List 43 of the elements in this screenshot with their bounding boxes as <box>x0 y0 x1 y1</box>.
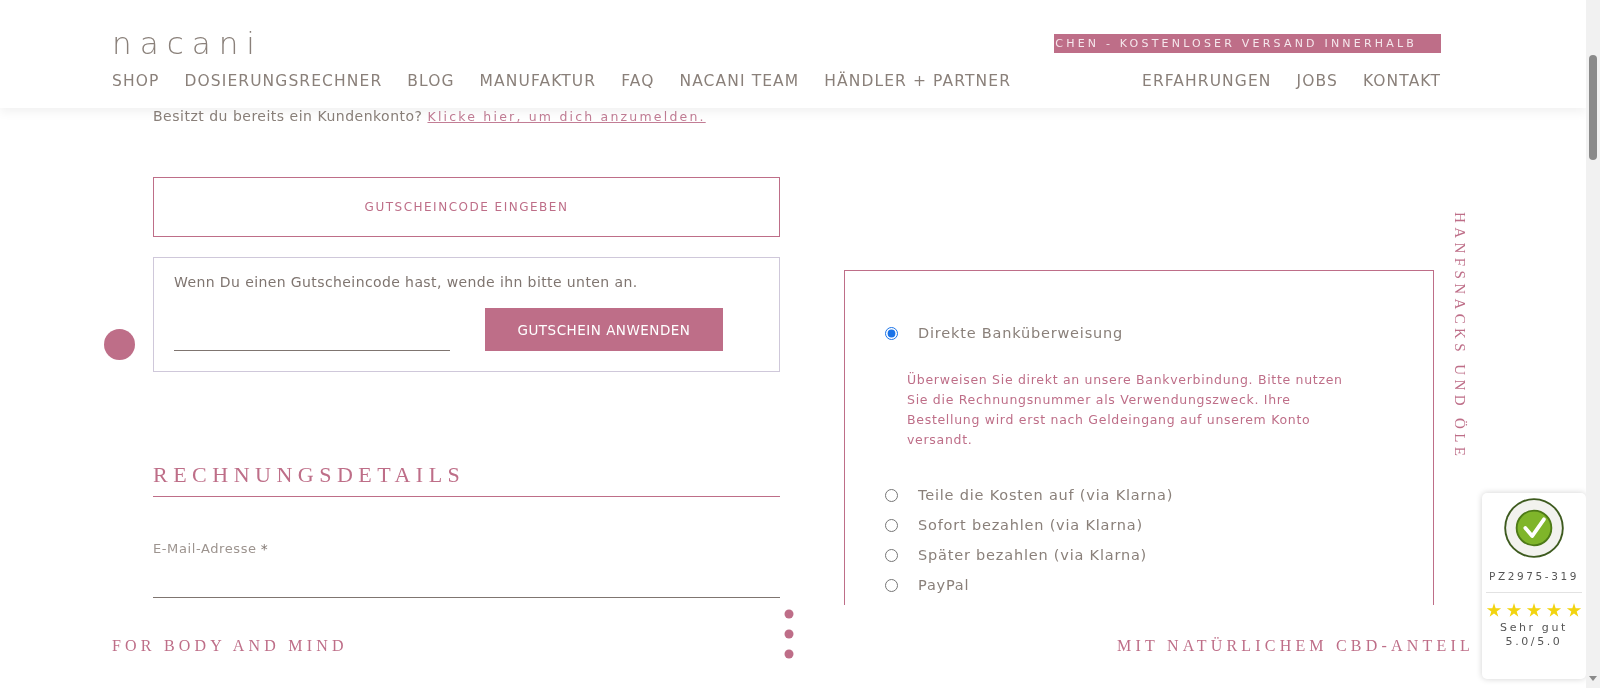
field-label: E-Mail-Adresse <box>153 541 257 556</box>
scroll-down-arrow-icon[interactable] <box>1589 676 1597 681</box>
circle-button[interactable] <box>104 329 135 360</box>
apply-coupon-button[interactable]: GUTSCHEIN ANWENDEN <box>485 308 723 351</box>
login-link[interactable]: Klicke hier, um dich anzumelden. <box>427 109 706 124</box>
nav-link[interactable]: HÄNDLER + PARTNER <box>824 72 1012 90</box>
nav-link[interactable]: JOBS <box>1296 72 1338 90</box>
radio-button[interactable] <box>885 548 898 562</box>
nav-link[interactable]: SHOP <box>112 72 160 90</box>
scrollbar-thumb[interactable] <box>1589 55 1597 160</box>
trust-badge[interactable]: PZ2975-319 Sehr gut 5.0/5.0 <box>1482 493 1586 679</box>
dots-icon[interactable] <box>784 609 795 659</box>
nav-link[interactable]: DOSIERUNGSRECHNER <box>184 72 383 90</box>
nav-link[interactable]: NACANI TEAM <box>679 72 800 90</box>
radio-button[interactable] <box>885 518 898 532</box>
tagline: FOR BODY AND MIND <box>112 637 348 655</box>
side-tagline: HANFSNACKS UND ÖLE <box>1451 212 1468 461</box>
radio-button[interactable] <box>885 488 898 502</box>
payment-option-label: Später bezahlen (via Klarna) <box>918 547 1148 563</box>
section-heading: RECHNUNGSDETAILS <box>153 462 780 497</box>
coupon-toggle[interactable]: GUTSCHEINCODE EINGEBEN <box>153 177 780 237</box>
payment-description: Überweisen Sie direkt an unsere Bankverbindung. Bitte nutzen Sie die Rechnungsnummer als Verwendungszweck. Ihre Bestellung wird erst nach Geldeingang auf unserem Konto versandt. <box>907 371 1344 449</box>
tagline: MIT NATÜRLICHEM CBD-ANTEIL <box>1117 637 1474 655</box>
nav-link[interactable]: KONTAKT <box>1362 72 1441 90</box>
radio-button[interactable] <box>885 326 898 340</box>
payment-option-label: Sofort bezahlen (via Klarna) <box>918 517 1143 533</box>
nav-link[interactable]: FAQ <box>621 72 655 90</box>
login-prompt: Besitzt du bereits ein Kundenkonto? Klicke hier, um dich anzumelden. <box>153 108 707 125</box>
rating-label: Sehr gut <box>1500 621 1568 634</box>
nav-link[interactable]: ERFAHRUNGEN <box>1142 72 1272 90</box>
rating-score: 5.0/5.0 <box>1505 635 1563 648</box>
payment-option-label: PayPal <box>918 577 970 593</box>
nav-link[interactable]: MANUFAKTUR <box>479 72 597 90</box>
coupon-hint: Wenn Du einen Gutscheincode hast, wende ihn bitte unten an. <box>174 274 639 290</box>
payment-option-label: Direkte Banküberweisung <box>918 325 1123 341</box>
announcement-ticker: CHEN - KOSTENLOSER VERSAND INNERHALB <box>1054 33 1441 53</box>
nav-link[interactable]: BLOG <box>407 72 455 90</box>
certificate-id: PZ2975-319 <box>1488 570 1580 582</box>
required-mark: * <box>260 541 268 557</box>
logo[interactable]: nacani <box>112 28 263 58</box>
radio-button[interactable] <box>885 578 898 592</box>
seal-icon <box>1503 497 1565 559</box>
payment-option-label: Teile die Kosten auf (via Klarna) <box>918 487 1174 503</box>
